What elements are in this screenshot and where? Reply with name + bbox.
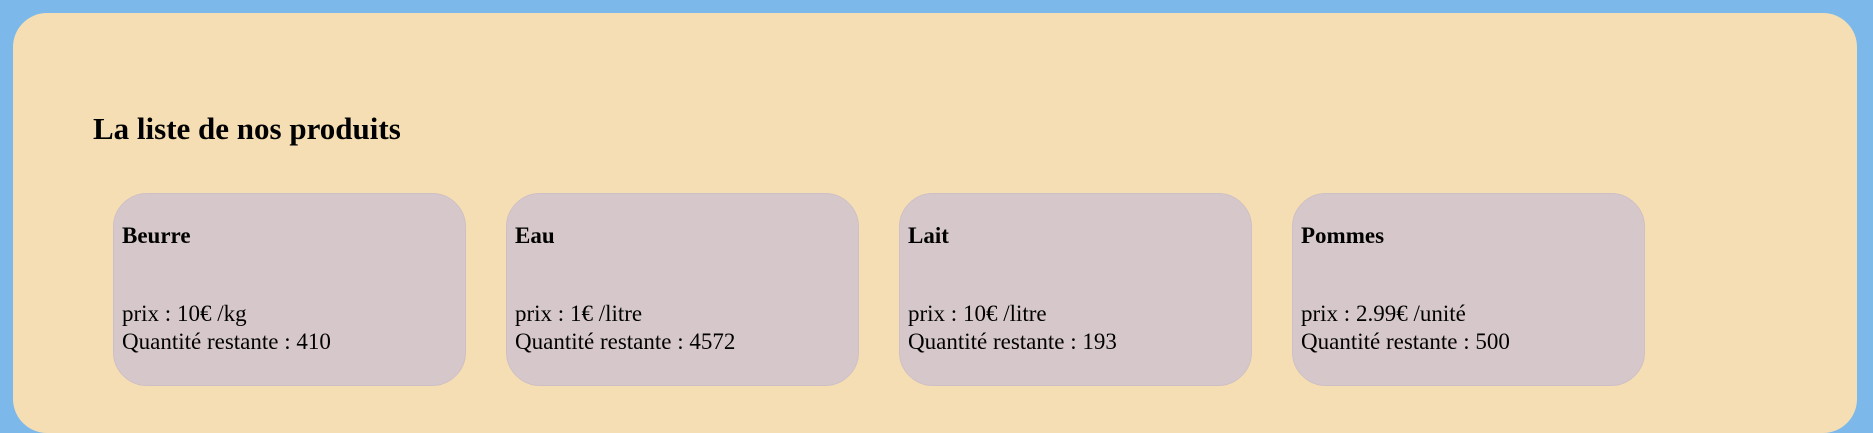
product-info: prix : 10€ /kg Quantité restante : 410 bbox=[122, 300, 331, 356]
product-card: Pommes prix : 2.99€ /unité Quantité rest… bbox=[1292, 193, 1645, 386]
product-card: Eau prix : 1€ /litre Quantité restante :… bbox=[506, 193, 859, 386]
product-stock: Quantité restante : 410 bbox=[122, 329, 331, 354]
product-name: Pommes bbox=[1301, 223, 1385, 248]
product-name: Beurre bbox=[122, 223, 191, 248]
product-price: prix : 1€ /litre bbox=[515, 301, 643, 326]
product-name: Eau bbox=[515, 223, 555, 248]
product-price: prix : 10€ /kg bbox=[122, 301, 247, 326]
product-stock: Quantité restante : 193 bbox=[908, 329, 1117, 354]
page-title: La liste de nos produits bbox=[93, 111, 401, 146]
product-info: prix : 2.99€ /unité Quantité restante : … bbox=[1301, 300, 1510, 356]
product-stock: Quantité restante : 4572 bbox=[515, 329, 736, 354]
product-stock: Quantité restante : 500 bbox=[1301, 329, 1510, 354]
product-info: prix : 1€ /litre Quantité restante : 457… bbox=[515, 300, 735, 356]
product-price: prix : 2.99€ /unité bbox=[1301, 301, 1466, 326]
product-card: Beurre prix : 10€ /kg Quantité restante … bbox=[113, 193, 466, 386]
product-card: Lait prix : 10€ /litre Quantité restante… bbox=[899, 193, 1252, 386]
product-list: Beurre prix : 10€ /kg Quantité restante … bbox=[113, 193, 1645, 386]
product-name: Lait bbox=[908, 223, 949, 248]
main-panel: La liste de nos produits Beurre prix : 1… bbox=[13, 13, 1857, 433]
product-info: prix : 10€ /litre Quantité restante : 19… bbox=[908, 300, 1117, 356]
product-price: prix : 10€ /litre bbox=[908, 301, 1047, 326]
